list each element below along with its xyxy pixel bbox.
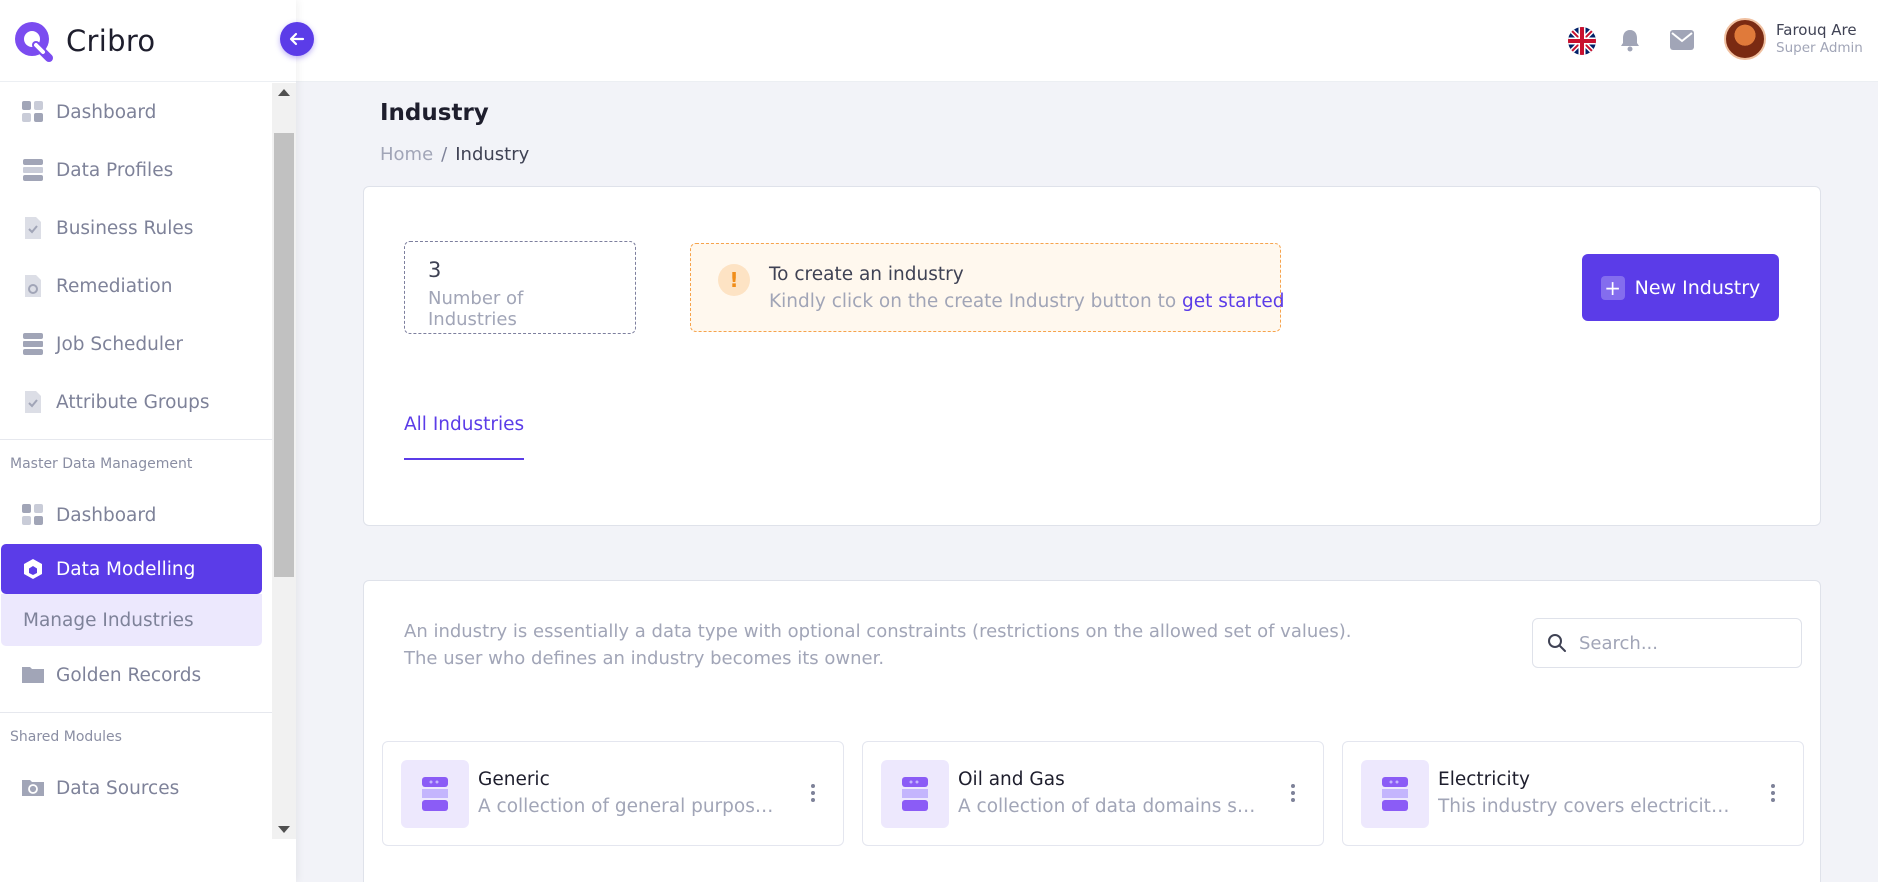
sidebar-item-label: Dashboard <box>56 101 157 123</box>
breadcrumb-separator: / <box>441 144 448 165</box>
mail-icon[interactable] <box>1670 30 1694 54</box>
description-line-1: An industry is essentially a data type w… <box>404 621 1352 642</box>
section-label-shared: Shared Modules <box>10 729 122 745</box>
sidebar-item-label: Golden Records <box>56 664 202 686</box>
industry-name: Generic <box>478 769 550 790</box>
industry-list-card: An industry is essentially a data type w… <box>363 580 1821 882</box>
document-check-icon <box>22 217 44 239</box>
brand-name: Cribro <box>66 23 156 58</box>
avatar[interactable] <box>1724 18 1766 60</box>
folder-icon <box>22 664 44 686</box>
cube-icon <box>22 558 44 580</box>
top-header: Farouq Are Super Admin <box>296 0 1878 82</box>
divider <box>0 439 272 440</box>
sidebar-item-job-scheduler[interactable]: Job Scheduler <box>0 315 272 373</box>
database-icon <box>22 333 44 355</box>
sidebar-item-label: Business Rules <box>56 217 194 239</box>
plus-icon: + <box>1600 275 1625 300</box>
sidebar-item-dashboard[interactable]: Dashboard <box>0 83 272 141</box>
sidebar-item-label: Dashboard <box>56 504 157 526</box>
industry-desc: A collection of data domains specific to… <box>958 796 1258 817</box>
sidebar-item-label: Data Sources <box>56 777 180 799</box>
bell-icon[interactable] <box>1619 28 1641 56</box>
search-box[interactable] <box>1532 618 1802 668</box>
sidebar-item-business-rules[interactable]: Business Rules <box>0 199 272 257</box>
breadcrumb: Home / Industry <box>380 144 529 165</box>
sidebar-scrollbar[interactable] <box>272 83 296 839</box>
industry-name: Oil and Gas <box>958 769 1065 790</box>
document-check-icon <box>22 391 44 413</box>
divider <box>0 712 272 713</box>
sidebar-subitem-manage-industries[interactable]: Manage Industries <box>1 594 262 646</box>
industry-desc: This industry covers electricity, gas an… <box>1438 796 1738 817</box>
industry-database-icon <box>881 760 949 828</box>
industry-database-icon <box>401 760 469 828</box>
refresh-folder-icon <box>22 777 44 799</box>
notice-title: To create an industry <box>769 264 964 285</box>
industry-count-stat: 3 Number of Industries <box>404 241 636 334</box>
scroll-thumb[interactable] <box>274 133 294 577</box>
user-name[interactable]: Farouq Are <box>1776 21 1857 39</box>
notice-text: Kindly click on the create Industry butt… <box>769 291 1285 312</box>
warning-icon: ! <box>718 264 750 296</box>
sidebar-collapse-button[interactable] <box>280 22 314 56</box>
industry-card-electricity[interactable]: Electricity This industry covers electri… <box>1342 741 1804 846</box>
create-industry-notice: ! To create an industry Kindly click on … <box>690 243 1285 332</box>
sidebar-menu: Dashboard Data Profiles Business Rules R… <box>0 83 272 839</box>
uk-flag-icon[interactable] <box>1568 27 1596 55</box>
sidebar-item-mdm-dashboard[interactable]: Dashboard <box>0 486 272 544</box>
search-icon <box>1548 634 1566 652</box>
sidebar-item-label: Data Modelling <box>56 558 196 580</box>
notice-text-body: Kindly click on the create Industry butt… <box>769 291 1183 312</box>
description-line-2: The user who defines an industry becomes… <box>404 648 885 669</box>
breadcrumb-home[interactable]: Home <box>380 144 433 165</box>
industry-card-oil-and-gas[interactable]: Oil and Gas A collection of data domains… <box>862 741 1324 846</box>
sidebar: Cribro Dashboard Data Profiles Business … <box>0 0 296 882</box>
tab-all-industries[interactable]: All Industries <box>404 414 525 460</box>
document-refresh-icon <box>22 275 44 297</box>
sidebar-item-label: Attribute Groups <box>56 391 210 413</box>
industry-summary-card: 3 Number of Industries ! To create an in… <box>363 186 1821 526</box>
more-options-icon[interactable] <box>1291 784 1295 802</box>
database-icon <box>22 159 44 181</box>
sidebar-item-label: Data Profiles <box>56 159 174 181</box>
scroll-up-icon[interactable] <box>278 89 290 96</box>
breadcrumb-current: Industry <box>455 144 530 165</box>
grid-icon <box>22 101 44 123</box>
page-title: Industry <box>380 100 489 126</box>
sidebar-item-golden-records[interactable]: Golden Records <box>0 646 272 704</box>
new-industry-button[interactable]: + New Industry <box>1582 254 1779 321</box>
sidebar-item-label: Remediation <box>56 275 173 297</box>
new-industry-label: New Industry <box>1634 276 1761 299</box>
more-options-icon[interactable] <box>811 784 815 802</box>
sidebar-item-data-modelling[interactable]: Data Modelling <box>1 544 262 594</box>
industry-desc: A collection of general purpose data dom… <box>478 796 778 817</box>
sidebar-item-attribute-groups[interactable]: Attribute Groups <box>0 373 272 431</box>
sidebar-item-remediation[interactable]: Remediation <box>0 257 272 315</box>
sidebar-item-label: Job Scheduler <box>56 333 184 355</box>
industry-name: Electricity <box>1438 769 1530 790</box>
grid-icon <box>22 504 44 526</box>
industry-database-icon <box>1361 760 1429 828</box>
cribro-logo-icon <box>12 19 56 63</box>
user-role: Super Admin <box>1776 40 1863 56</box>
brand: Cribro <box>0 0 296 82</box>
search-input[interactable] <box>1579 632 1779 654</box>
stat-label: Number of Industries <box>428 288 524 330</box>
stat-value: 3 <box>428 258 442 282</box>
section-label-mdm: Master Data Management <box>10 456 193 472</box>
industry-description: An industry is essentially a data type w… <box>404 618 1351 672</box>
industry-card-generic[interactable]: Generic A collection of general purpose … <box>382 741 844 846</box>
sidebar-item-data-sources[interactable]: Data Sources <box>0 759 272 817</box>
more-options-icon[interactable] <box>1771 784 1775 802</box>
get-started-link[interactable]: get started <box>1182 291 1284 312</box>
scroll-down-icon[interactable] <box>278 826 290 833</box>
sidebar-item-data-profiles[interactable]: Data Profiles <box>0 141 272 199</box>
arrow-left-icon <box>289 32 305 46</box>
